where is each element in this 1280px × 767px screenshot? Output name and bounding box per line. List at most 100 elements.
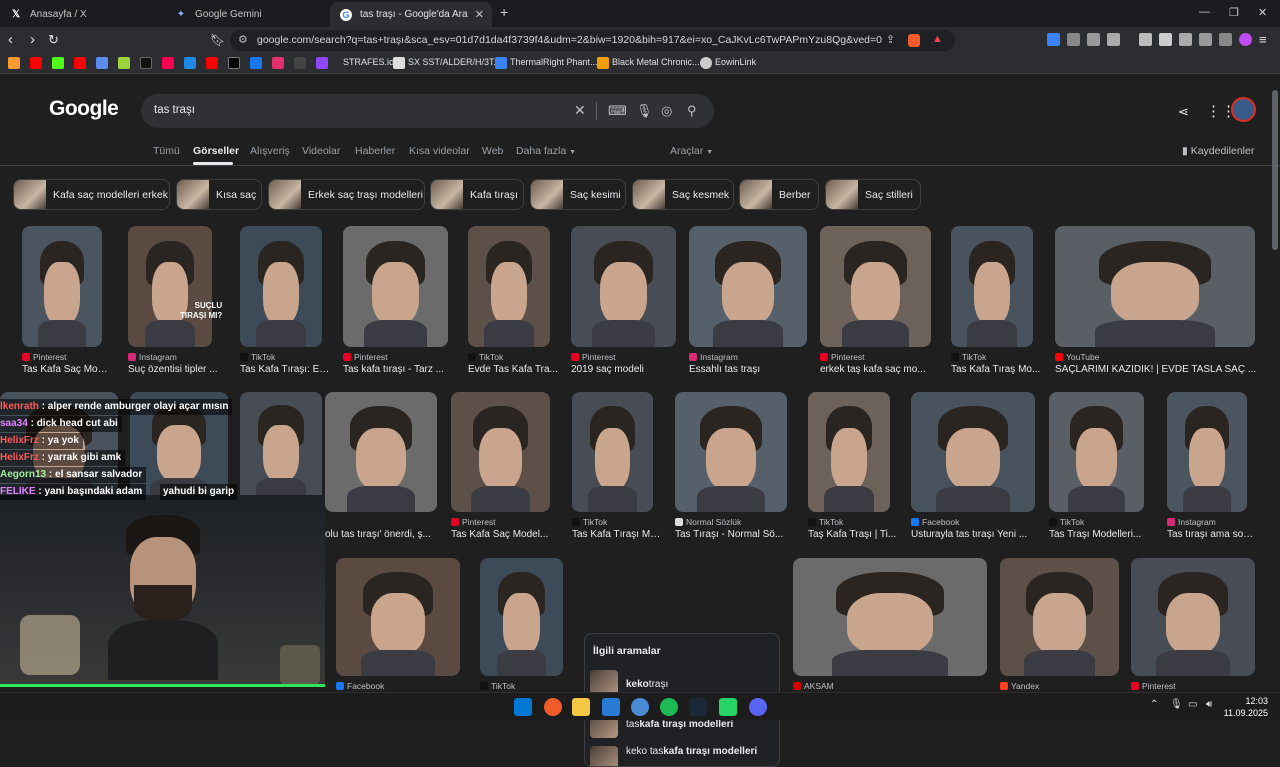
image-result[interactable]: [336, 558, 460, 676]
avatar[interactable]: [1231, 97, 1256, 122]
kick-icon[interactable]: [52, 57, 64, 69]
related-item[interactable]: keko tas kafa tıraşı modelleri: [590, 746, 776, 766]
tab-news[interactable]: Haberler: [355, 145, 395, 157]
chip-suggestion[interactable]: Saç kesmek: [632, 179, 734, 210]
twitch-icon[interactable]: [316, 57, 328, 69]
result-title[interactable]: Usturayla tas tıraşı Yeni ...: [911, 529, 1043, 540]
result-source[interactable]: TikTok: [572, 517, 607, 527]
youtube-icon[interactable]: [206, 57, 218, 69]
result-source[interactable]: Pinterest: [22, 352, 67, 362]
window-close-icon[interactable]: ✕: [1258, 6, 1267, 19]
tab-videos[interactable]: Videolar: [302, 145, 340, 157]
bookmark-favicon[interactable]: [118, 57, 130, 69]
keyboard-icon[interactable]: ⌨︎: [608, 103, 627, 119]
image-result[interactable]: [22, 226, 102, 347]
result-title[interactable]: 2019 saç modeli: [571, 364, 684, 375]
result-title[interactable]: Tas Traşı Modelleri...: [1049, 529, 1152, 540]
bookmark-icon[interactable]: 🔖︎: [210, 31, 225, 49]
google-logo[interactable]: Google: [49, 97, 119, 121]
chip-suggestion[interactable]: Kafa tıraşı: [430, 179, 524, 210]
minimize-icon[interactable]: —: [1199, 6, 1210, 18]
image-result[interactable]: [1055, 226, 1255, 347]
search-input[interactable]: tas traşı: [154, 104, 195, 116]
extension-icon[interactable]: [1067, 33, 1080, 46]
brave-rewards-icon[interactable]: ▲: [932, 33, 943, 45]
bookmark-sx[interactable]: SX SST/ALDER/H/3T...: [408, 57, 501, 67]
image-result[interactable]: [1131, 558, 1255, 676]
image-result[interactable]: [480, 558, 563, 676]
chip-suggestion[interactable]: Saç stilleri: [825, 179, 921, 210]
new-tab-button[interactable]: +: [500, 4, 508, 20]
extension-icon[interactable]: [1107, 33, 1120, 46]
result-source[interactable]: TikTok: [480, 681, 515, 691]
bookmark-favicon[interactable]: [294, 57, 306, 69]
menu-icon[interactable]: ≡: [1259, 31, 1267, 49]
whatsapp-icon[interactable]: [719, 698, 737, 716]
image-result[interactable]: [128, 226, 212, 347]
steam-icon[interactable]: [689, 698, 707, 716]
search-box[interactable]: tas traşı ✕ ⌨︎ 🎙︎ ◎ ⚲: [141, 94, 714, 128]
app-icon[interactable]: [631, 698, 649, 716]
result-source[interactable]: Pinterest: [451, 517, 496, 527]
tab-gemini[interactable]: ✦ Google Gemini: [165, 2, 330, 27]
brave-icon[interactable]: [544, 698, 562, 716]
result-source[interactable]: Pinterest: [571, 352, 616, 362]
address-bar[interactable]: ⚙︎ google.com/search?q=tas+traşı&sca_esv…: [230, 30, 955, 51]
tab-more[interactable]: Daha fazla ▼: [516, 145, 576, 157]
image-result[interactable]: [1167, 392, 1247, 512]
result-source[interactable]: Facebook: [336, 681, 384, 691]
media-icon[interactable]: [1139, 33, 1152, 46]
vpn-icon[interactable]: [1219, 33, 1232, 46]
image-result[interactable]: [240, 392, 322, 502]
result-title[interactable]: Taş Kafa Traşı | Ti...: [808, 529, 898, 540]
result-source[interactable]: TikTok: [240, 352, 275, 362]
profile-icon[interactable]: [1239, 33, 1252, 46]
share-icon[interactable]: ⇪: [886, 33, 895, 46]
result-title[interactable]: Tas kafa tıraşı - Tarz ...: [343, 364, 456, 375]
result-title[interactable]: erkek taş kafa saç mo...: [820, 364, 939, 375]
image-result[interactable]: [911, 392, 1035, 512]
tray-chevron-icon[interactable]: ⌃: [1150, 699, 1158, 710]
youtube-icon[interactable]: [74, 57, 86, 69]
result-title[interactable]: Evde Tas Kafa Tra...: [468, 364, 558, 375]
network-icon[interactable]: ▭: [1188, 699, 1197, 710]
system-clock[interactable]: 12:03 11.09.2025: [1224, 695, 1268, 719]
spotify-icon[interactable]: [660, 698, 678, 716]
result-source[interactable]: TikTok: [468, 352, 503, 362]
file-explorer-icon[interactable]: [572, 698, 590, 716]
bookmark-favicon[interactable]: [96, 57, 108, 69]
result-source[interactable]: AKSAM: [793, 681, 834, 691]
image-result[interactable]: [325, 392, 437, 512]
clear-icon[interactable]: ✕: [574, 102, 586, 119]
extension-icon[interactable]: [1047, 33, 1060, 46]
image-result[interactable]: [572, 392, 653, 512]
tab-x[interactable]: 𝕏 Anasayfa / X: [0, 2, 165, 27]
image-result[interactable]: [571, 226, 676, 347]
brave-shield-icon[interactable]: [908, 34, 920, 47]
scrollbar[interactable]: [1272, 90, 1278, 250]
result-source[interactable]: YouTube: [1055, 352, 1099, 362]
youtube-icon[interactable]: [30, 57, 42, 69]
chip-suggestion[interactable]: Kafa saç modelleri erkek: [13, 179, 170, 210]
image-result[interactable]: [1049, 392, 1144, 512]
result-title[interactable]: olu tas tıraşı' önerdi, ş...: [325, 529, 445, 540]
x-logo-icon[interactable]: [228, 57, 240, 69]
tiktok-icon[interactable]: [140, 57, 152, 69]
result-title[interactable]: SAÇLARIMI KAZIDIK! | EVDE TASLA SAÇ ...: [1055, 364, 1263, 375]
chip-suggestion[interactable]: Berber: [739, 179, 819, 210]
sidebar-icon[interactable]: [1159, 33, 1172, 46]
result-title[interactable]: Essahlı tas traşı: [689, 364, 815, 375]
mic-icon[interactable]: 🎙︎: [636, 103, 653, 119]
bookmark-favicon[interactable]: [250, 57, 262, 69]
result-source[interactable]: Pinterest: [1131, 681, 1176, 691]
result-title[interactable]: Suç özentisi tipler ...: [128, 364, 220, 375]
tab-all[interactable]: Tümü: [153, 145, 180, 157]
bookmark-favicon[interactable]: [184, 57, 196, 69]
tab-shopping[interactable]: Alışveriş: [250, 145, 290, 157]
windows-start-icon[interactable]: [514, 698, 532, 716]
tab-short-videos[interactable]: Kısa videolar: [409, 145, 470, 157]
image-result[interactable]: [1000, 558, 1119, 676]
result-title[interactable]: Tas tıraşı ama son...: [1167, 529, 1255, 540]
bookmark-favicon[interactable]: [8, 57, 20, 69]
bookmark-strafes[interactable]: STRAFES.io: [343, 57, 394, 67]
